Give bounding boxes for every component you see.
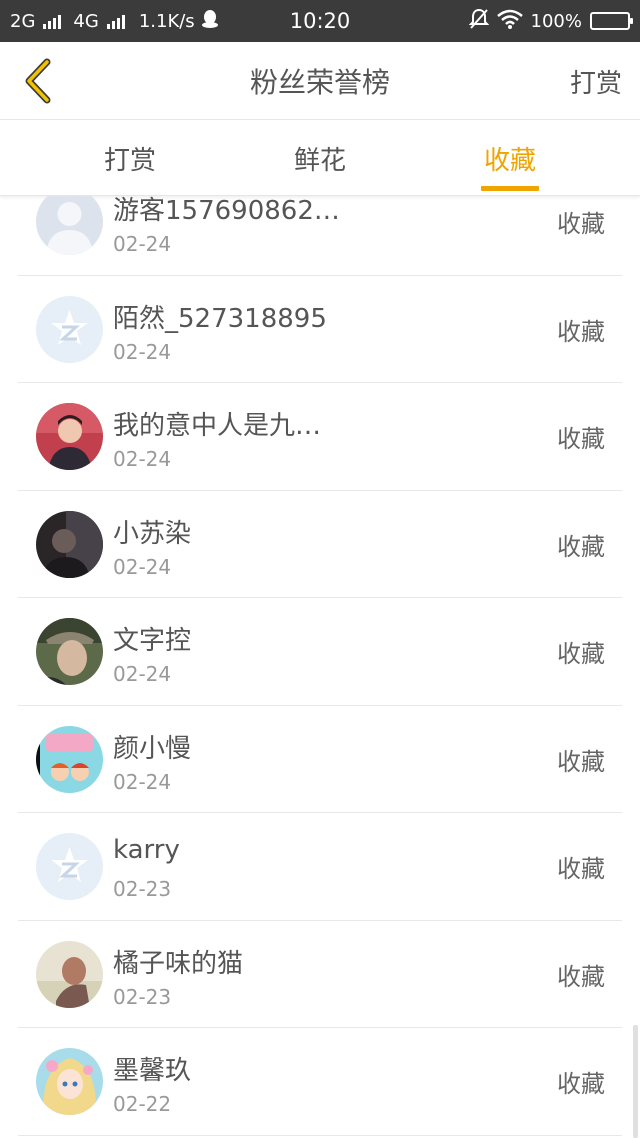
fan-action: 收藏 bbox=[557, 747, 605, 776]
fan-name: 文字控 bbox=[113, 626, 192, 656]
fan-date: 02-24 bbox=[113, 554, 172, 579]
photo-avatar-icon bbox=[36, 403, 103, 470]
list-item[interactable]: 我的意中人是九… 02-24 收藏 bbox=[18, 383, 622, 491]
tab-reward[interactable]: 打赏 bbox=[70, 121, 190, 196]
qq-default-avatar-icon bbox=[36, 295, 103, 363]
fan-name: karry bbox=[113, 835, 180, 865]
fan-name: 橘子味的猫 bbox=[113, 948, 244, 979]
scrollbar[interactable] bbox=[633, 1025, 638, 1138]
tab-favorites[interactable]: 收藏 bbox=[450, 121, 570, 196]
fan-action: 收藏 bbox=[557, 855, 605, 883]
fan-date: 02-23 bbox=[113, 877, 172, 901]
status-right: 100% bbox=[468, 0, 633, 42]
list-item[interactable]: 小苏染 02-24 收藏 bbox=[18, 491, 622, 598]
cartoon-avatar-icon bbox=[36, 725, 103, 793]
page-title: 粉丝荣誉榜 bbox=[249, 66, 390, 99]
fan-action: 收藏 bbox=[557, 962, 605, 991]
fan-action: 收藏 bbox=[557, 425, 605, 453]
fan-name: 小苏染 bbox=[113, 518, 192, 549]
qq-default-avatar-icon bbox=[36, 833, 103, 900]
fan-date: 02-24 bbox=[113, 339, 172, 364]
list-item[interactable]: karry 02-23 收藏 bbox=[18, 813, 622, 921]
fan-name: 游客157690862… bbox=[113, 196, 340, 226]
fan-action: 收藏 bbox=[557, 532, 605, 561]
fan-date: 02-23 bbox=[113, 984, 172, 1009]
list-item[interactable]: 墨馨玖 02-22 收藏 bbox=[18, 1028, 622, 1136]
fan-name: 我的意中人是九… bbox=[113, 411, 322, 441]
fan-name: 颜小慢 bbox=[113, 733, 192, 764]
fan-action: 收藏 bbox=[557, 640, 605, 668]
fan-date: 02-24 bbox=[113, 447, 172, 471]
avatar[interactable] bbox=[36, 1048, 103, 1115]
nav-bar: 粉丝荣誉榜 打赏 bbox=[0, 42, 640, 120]
list-item[interactable]: 橘子味的猫 02-23 收藏 bbox=[18, 921, 622, 1028]
avatar[interactable] bbox=[36, 940, 103, 1008]
fan-date: 02-22 bbox=[113, 1092, 172, 1116]
fan-name: 墨馨玖 bbox=[113, 1056, 192, 1086]
fan-list[interactable]: 游客157690862… 02-24 收藏 陌然_527318895 02-24… bbox=[0, 196, 640, 1138]
fan-action: 收藏 bbox=[557, 317, 605, 346]
list-item[interactable]: 游客157690862… 02-24 收藏 bbox=[18, 196, 622, 276]
tab-label: 收藏 bbox=[483, 146, 536, 176]
wifi-icon bbox=[496, 9, 523, 34]
anime-avatar-icon bbox=[36, 1048, 103, 1115]
mute-icon bbox=[468, 8, 489, 35]
list-item[interactable]: 陌然_527318895 02-24 收藏 bbox=[18, 276, 622, 383]
avatar[interactable] bbox=[36, 618, 103, 685]
fan-date: 02-24 bbox=[113, 232, 172, 256]
fan-name: 陌然_527318895 bbox=[113, 303, 327, 334]
battery-icon bbox=[590, 12, 633, 30]
status-bar: 2G 4G 1.1K/s 10:20 100% bbox=[0, 0, 640, 42]
tab-flowers[interactable]: 鲜花 bbox=[260, 121, 380, 196]
tab-bar: 打赏 鲜花 收藏 bbox=[0, 121, 640, 196]
avatar[interactable] bbox=[36, 295, 103, 363]
active-tab-indicator bbox=[481, 186, 539, 191]
photo-avatar-icon bbox=[36, 510, 103, 578]
fan-action: 收藏 bbox=[557, 1070, 605, 1098]
battery-percent: 100% bbox=[530, 10, 582, 32]
default-user-avatar-icon bbox=[36, 196, 103, 255]
photo-avatar-icon bbox=[36, 940, 103, 1008]
tab-label: 鲜花 bbox=[293, 146, 346, 176]
avatar[interactable] bbox=[36, 403, 103, 470]
list-item[interactable]: 颜小慢 02-24 收藏 bbox=[18, 706, 622, 813]
photo-avatar-icon bbox=[36, 618, 103, 685]
fan-date: 02-24 bbox=[113, 769, 172, 794]
tab-label: 打赏 bbox=[103, 146, 156, 176]
list-item[interactable]: 文字控 02-24 收藏 bbox=[18, 598, 622, 706]
avatar[interactable] bbox=[36, 833, 103, 900]
fan-action: 收藏 bbox=[557, 210, 605, 238]
avatar[interactable] bbox=[36, 725, 103, 793]
fan-list-content: 游客157690862… 02-24 收藏 陌然_527318895 02-24… bbox=[0, 196, 640, 1136]
avatar[interactable] bbox=[36, 510, 103, 578]
avatar[interactable] bbox=[36, 196, 103, 255]
fan-date: 02-24 bbox=[113, 662, 172, 686]
reward-button[interactable]: 打赏 bbox=[570, 42, 622, 120]
